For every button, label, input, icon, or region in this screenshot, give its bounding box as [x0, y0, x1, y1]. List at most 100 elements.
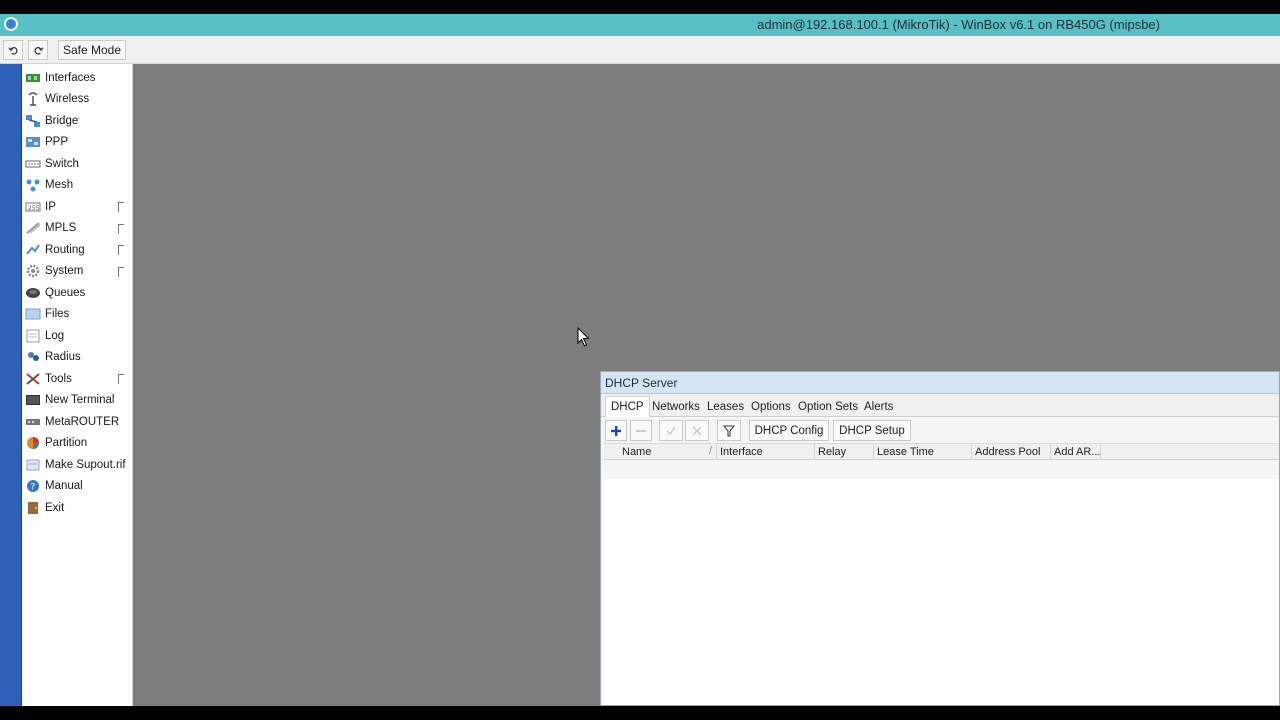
menu-label: PPP [45, 136, 69, 149]
submenu-arrow-icon [118, 202, 124, 212]
svg-text:?: ? [31, 483, 36, 493]
menu-label: Switch [45, 157, 79, 170]
menu-item-wireless[interactable]: Wireless [22, 89, 132, 111]
ppp-icon [26, 137, 40, 148]
menu-item-mpls[interactable]: MPLS [22, 218, 132, 240]
interfaces-icon [26, 73, 40, 82]
menu-item-switch[interactable]: Switch [22, 153, 132, 175]
dhcp-table-body[interactable] [604, 479, 1279, 705]
menu-item-make-supout[interactable]: Make Supout.rif [22, 454, 132, 476]
submenu-arrow-icon [118, 374, 124, 384]
menu-label: Bridge [45, 114, 79, 127]
tab-options[interactable]: Options [746, 396, 796, 417]
add-button[interactable] [605, 420, 627, 441]
dhcp-setup-button[interactable]: DHCP Setup [833, 420, 911, 441]
menu-label: MPLS [45, 222, 77, 235]
help-icon: ? [27, 480, 39, 493]
title-bar[interactable]: admin@192.168.100.1 (MikroTik) - WinBox … [0, 14, 1280, 36]
tab-alerts[interactable]: Alerts [859, 396, 898, 417]
menu-item-interfaces[interactable]: Interfaces [22, 67, 132, 89]
menu-item-log[interactable]: Log [22, 325, 132, 347]
column-label: Lease Time [877, 446, 934, 458]
folder-icon [25, 308, 41, 320]
window-title: admin@192.168.100.1 (MikroTik) - WinBox … [757, 17, 1160, 32]
tab-leases[interactable]: Leases [702, 396, 749, 417]
column-header-relay[interactable]: Relay [815, 444, 874, 460]
menu-item-queues[interactable]: Queues [22, 282, 132, 304]
menu-item-mesh[interactable]: Mesh [22, 175, 132, 197]
minus-icon [636, 429, 646, 432]
menu-label: Interfaces [45, 71, 96, 84]
ip-icon: 255 [25, 202, 41, 212]
undo-button[interactable] [3, 40, 23, 60]
menu-label: Tools [45, 372, 72, 385]
menu-label: Radius [45, 351, 81, 364]
disable-button[interactable] [685, 420, 709, 441]
dhcp-window-title[interactable]: DHCP Server [601, 372, 1279, 394]
switch-icon [25, 160, 41, 168]
menu-item-ppp[interactable]: PPP [22, 132, 132, 154]
menu-item-tools[interactable]: Tools [22, 368, 132, 390]
terminal-icon [26, 395, 40, 406]
tools-icon [26, 372, 40, 385]
remove-button[interactable] [630, 420, 652, 441]
tab-option-sets[interactable]: Option Sets [793, 396, 863, 417]
menu-item-files[interactable]: Files [22, 304, 132, 326]
menu-item-bridge[interactable]: Bridge [22, 110, 132, 132]
menu-label: System [45, 265, 84, 278]
enable-button[interactable] [659, 420, 683, 441]
column-header-add-arp[interactable]: Add AR... [1051, 444, 1101, 460]
menu-item-radius[interactable]: Radius [22, 347, 132, 369]
menu-label: Exit [45, 501, 65, 514]
metarouter-icon [26, 418, 40, 425]
check-icon [666, 426, 676, 435]
menu-label: Routing [45, 243, 85, 256]
partition-icon [27, 437, 39, 450]
queues-icon [26, 287, 40, 298]
menu-label: New Terminal [45, 394, 115, 407]
menu-label: Log [45, 329, 65, 342]
menu-label: Make Supout.rif [45, 458, 126, 471]
bridge-icon [26, 114, 40, 127]
menu-item-exit[interactable]: Exit [22, 497, 132, 519]
dhcp-tabs: DHCP Networks Leases Options Option Sets… [601, 394, 1279, 417]
menu-label: Partition [45, 437, 88, 450]
menu-item-partition[interactable]: Partition [22, 433, 132, 455]
menu-label: IP [45, 200, 56, 213]
redo-icon [33, 46, 44, 55]
menu-item-routing[interactable]: Routing [22, 239, 132, 261]
column-header-name[interactable]: Name / [619, 444, 717, 460]
column-label: Interface [720, 446, 763, 458]
routing-icon [26, 244, 40, 255]
column-header-lease-time[interactable]: Lease Time [874, 444, 972, 460]
dhcp-config-button[interactable]: DHCP Config [749, 420, 829, 441]
tab-dhcp[interactable]: DHCP [605, 396, 650, 417]
column-label: Address Pool [975, 446, 1041, 458]
plus-icon [611, 425, 621, 436]
dhcp-action-bar: DHCP Config DHCP Setup [601, 417, 1279, 443]
system-gear-icon [26, 265, 40, 278]
dhcp-server-window[interactable]: DHCP Server DHCP Networks Leases Options… [600, 371, 1280, 706]
exit-icon [28, 501, 38, 514]
column-label: Add AR... [1054, 446, 1101, 458]
undo-icon [7, 46, 18, 55]
redo-button[interactable] [28, 40, 48, 60]
safe-mode-button[interactable]: Safe Mode [58, 40, 126, 60]
tab-networks[interactable]: Networks [647, 396, 705, 417]
menu-item-manual[interactable]: ? Manual [22, 476, 132, 498]
submenu-arrow-icon [118, 245, 124, 255]
menu-label: Manual [45, 480, 83, 493]
mpls-icon [26, 222, 41, 235]
menu-item-ip[interactable]: 255 IP [22, 196, 132, 218]
menu-item-metarouter[interactable]: MetaROUTER [22, 411, 132, 433]
winbox-app-icon[interactable] [4, 17, 18, 31]
radius-icon [28, 352, 39, 362]
column-header-interface[interactable]: Interface [717, 444, 815, 460]
winbox-vertical-banner [0, 64, 22, 706]
menu-item-system[interactable]: System [22, 261, 132, 283]
menu-label: Mesh [45, 179, 74, 192]
column-header-address-pool[interactable]: Address Pool [972, 444, 1051, 460]
filter-button[interactable] [717, 420, 741, 441]
log-icon [26, 329, 40, 343]
menu-item-new-terminal[interactable]: New Terminal [22, 390, 132, 412]
